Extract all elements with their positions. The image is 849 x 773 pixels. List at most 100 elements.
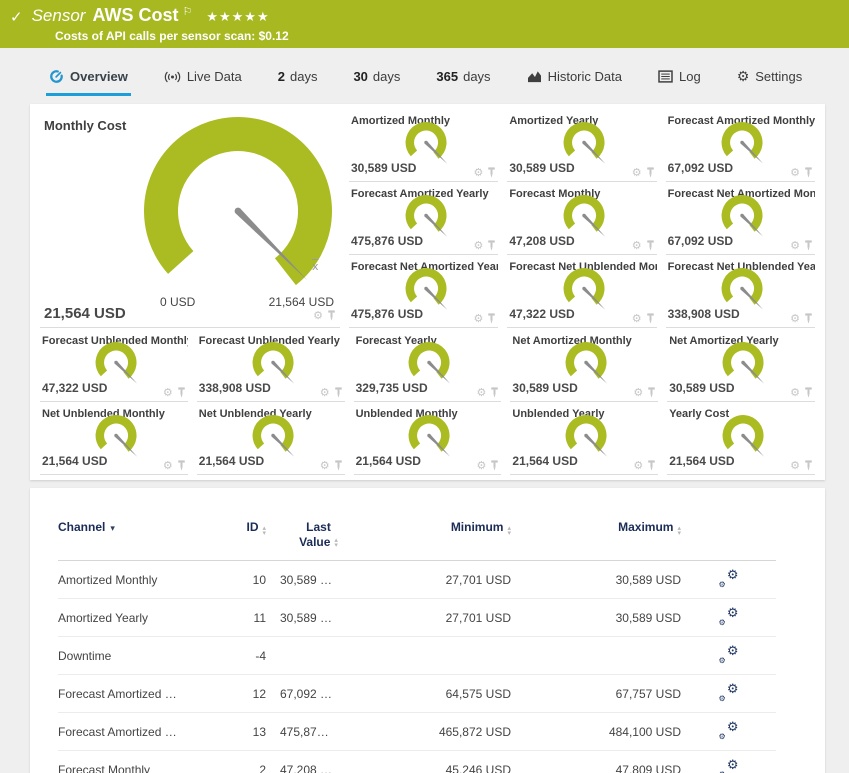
gauge-panel-net-amortized-monthly[interactable]: Net Amortized Monthly 30,589 USD ⚙ [510,332,659,402]
tab-historic-data[interactable]: Historic Data [524,60,625,96]
gear-icon[interactable]: ⚙ [473,313,483,324]
pin-icon[interactable] [177,460,186,471]
gear-icon[interactable]: ⚙ [790,460,800,471]
tab-2-days[interactable]: 2 days [275,60,321,96]
gear-icon[interactable]: ⚙ [790,387,800,398]
channel-settings-icon[interactable]: ⚙⚙ [719,606,739,627]
gear-icon[interactable]: ⚙ [790,240,800,251]
channel-settings-icon[interactable]: ⚙⚙ [719,682,739,703]
pin-icon[interactable] [334,387,343,398]
channel-settings-icon[interactable]: ⚙⚙ [719,720,739,741]
column-header-last-value[interactable]: Last Value ▴ ▾ [266,516,371,561]
gauge-panel-forecast-monthly[interactable]: Forecast Monthly 47,208 USD ⚙ [507,185,657,255]
tab-settings[interactable]: ⚙ Settings [734,60,806,96]
pin-icon[interactable] [804,240,813,251]
column-header-id[interactable]: ID ▴ ▾ [238,516,266,561]
channel-gauge-value: 30,589 USD [669,381,735,395]
channel-row-downtime[interactable]: Downtime -4 ⚙ ⚙ [58,636,776,675]
sort-icon: ▴ ▾ [507,524,511,537]
pin-icon[interactable] [804,387,813,398]
channel-row-amortized-monthly[interactable]: Amortized Monthly 10 30,589 … 27,701 USD… [58,560,776,599]
mean-icon: x [312,260,319,273]
channel-row-forecast-monthly[interactable]: Forecast Monthly 2 47,208 … 45,246 USD 4… [58,750,776,773]
gauge-panel-amortized-monthly[interactable]: Amortized Monthly 30,589 USD ⚙ [349,112,499,182]
log-icon [658,70,673,83]
gauge-panel-forecast-amortized-yearly[interactable]: Forecast Amortized Yearly 475,876 USD ⚙ [349,185,499,255]
gear-icon[interactable]: ⚙ [163,460,173,471]
tab-30-days[interactable]: 30 days [350,60,403,96]
pin-icon[interactable] [804,313,813,324]
gauge-panel-amortized-yearly[interactable]: Amortized Yearly 30,589 USD ⚙ [507,112,657,182]
pin-icon[interactable] [490,387,499,398]
gauge-panel-unblended-monthly[interactable]: Unblended Monthly 21,564 USD ⚙ [353,405,502,475]
gear-icon[interactable]: ⚙ [320,387,330,398]
gauge-panel-forecast-net-amortized-mont[interactable]: Forecast Net Amortized Mont… 67,092 USD … [665,185,815,255]
tab-overview[interactable]: Overview [46,60,131,96]
channel-gauge-value: 21,564 USD [198,454,265,468]
pin-icon[interactable] [804,167,813,178]
gear-icon[interactable]: ⚙ [320,460,330,471]
gauge-panel-forecast-net-amortized-yearly[interactable]: Forecast Net Amortized Yearly 475,876 US… [349,258,499,328]
gear-icon[interactable]: ⚙ [633,387,643,398]
column-header-minimum[interactable]: Minimum ▴ ▾ [371,516,511,561]
channel-row-amortized-yearly[interactable]: Amortized Yearly 11 30,589 … 27,701 USD … [58,598,776,637]
tab-live-data[interactable]: Live Data [161,60,245,96]
gauge-panel-net-amortized-yearly[interactable]: Net Amortized Yearly 30,589 USD ⚙ [667,332,815,402]
gauge-panel-yearly-cost[interactable]: Yearly Cost 21,564 USD ⚙ [667,405,815,475]
gauge-panel-unblended-yearly[interactable]: Unblended Yearly 21,564 USD ⚙ [510,405,659,475]
gauge-panel-forecast-unblended-yearly[interactable]: Forecast Unblended Yearly 338,908 USD ⚙ [196,332,345,402]
channel-name: Amortized Yearly [58,598,238,637]
priority-stars[interactable]: ★★★★★ [206,10,269,25]
pin-icon[interactable] [647,460,656,471]
pin-icon[interactable] [487,240,496,251]
gear-icon[interactable]: ⚙ [632,313,642,324]
gear-icon[interactable]: ⚙ [163,387,173,398]
channel-row-forecast-amortized[interactable]: Forecast Amortized … 12 67,092 … 64,575 … [58,674,776,713]
tab-365-days[interactable]: 365 days [433,60,493,96]
gear-icon[interactable]: ⚙ [473,167,483,178]
main-gauge-value: 21,564 USD [44,305,126,322]
channel-settings-icon[interactable]: ⚙⚙ [719,644,739,665]
channel-row-forecast-amortized[interactable]: Forecast Amortized … 13 475,87… 465,872 … [58,712,776,751]
gear-icon[interactable]: ⚙ [790,313,800,324]
pin-icon[interactable] [646,167,655,178]
gear-icon[interactable]: ⚙ [477,387,487,398]
gear-icon[interactable]: ⚙ [313,310,323,321]
pin-icon[interactable] [487,167,496,178]
gear-icon[interactable]: ⚙ [632,240,642,251]
main-gauge-panel[interactable]: Monthly Cost x 0 USD 21,564 USD 21,564 U… [40,112,340,328]
column-header-channel[interactable]: Channel ▾ [58,516,238,561]
channel-last-value [266,636,371,675]
gear-icon[interactable]: ⚙ [632,167,642,178]
gauge-panel-forecast-amortized-monthly[interactable]: Forecast Amortized Monthly 67,092 USD ⚙ [665,112,815,182]
pin-icon[interactable] [487,313,496,324]
gauge-panel-net-unblended-yearly[interactable]: Net Unblended Yearly 21,564 USD ⚙ [196,405,345,475]
channel-settings-icon[interactable]: ⚙⚙ [719,758,739,773]
main-gauge-scale: 0 USD 21,564 USD [160,295,334,309]
gear-icon[interactable]: ⚙ [633,460,643,471]
pin-icon[interactable] [647,387,656,398]
gauge-panel-forecast-yearly[interactable]: Forecast Yearly 329,735 USD ⚙ [353,332,502,402]
gear-icon[interactable]: ⚙ [473,240,483,251]
pin-icon[interactable] [646,240,655,251]
pin-icon[interactable] [490,460,499,471]
column-header-maximum[interactable]: Maximum ▴ ▾ [511,516,681,561]
gear-icon[interactable]: ⚙ [477,460,487,471]
flag-icon[interactable]: ⚐ [182,5,192,18]
pin-icon[interactable] [177,387,186,398]
pin-icon[interactable] [804,460,813,471]
channel-minimum: 64,575 USD [371,674,511,713]
tab-log[interactable]: Log [655,60,704,96]
gauge-panel-forecast-unblended-monthly[interactable]: Forecast Unblended Monthly 47,322 USD ⚙ [40,332,188,402]
gauge-panel-net-unblended-monthly[interactable]: Net Unblended Monthly 21,564 USD ⚙ [40,405,188,475]
channel-minimum: 27,701 USD [371,598,511,637]
gauge-panel-forecast-net-unblended-yearly[interactable]: Forecast Net Unblended Yearly 338,908 US… [665,258,815,328]
gauge-panel-forecast-net-unblended-mon[interactable]: Forecast Net Unblended Mon… 47,322 USD ⚙ [507,258,657,328]
pin-icon[interactable] [327,310,336,321]
gear-icon: ⚙ [736,68,750,85]
pin-icon[interactable] [334,460,343,471]
gear-icon[interactable]: ⚙ [790,167,800,178]
pin-icon[interactable] [646,313,655,324]
channel-settings-icon[interactable]: ⚙⚙ [719,568,739,589]
live-icon [164,70,181,84]
